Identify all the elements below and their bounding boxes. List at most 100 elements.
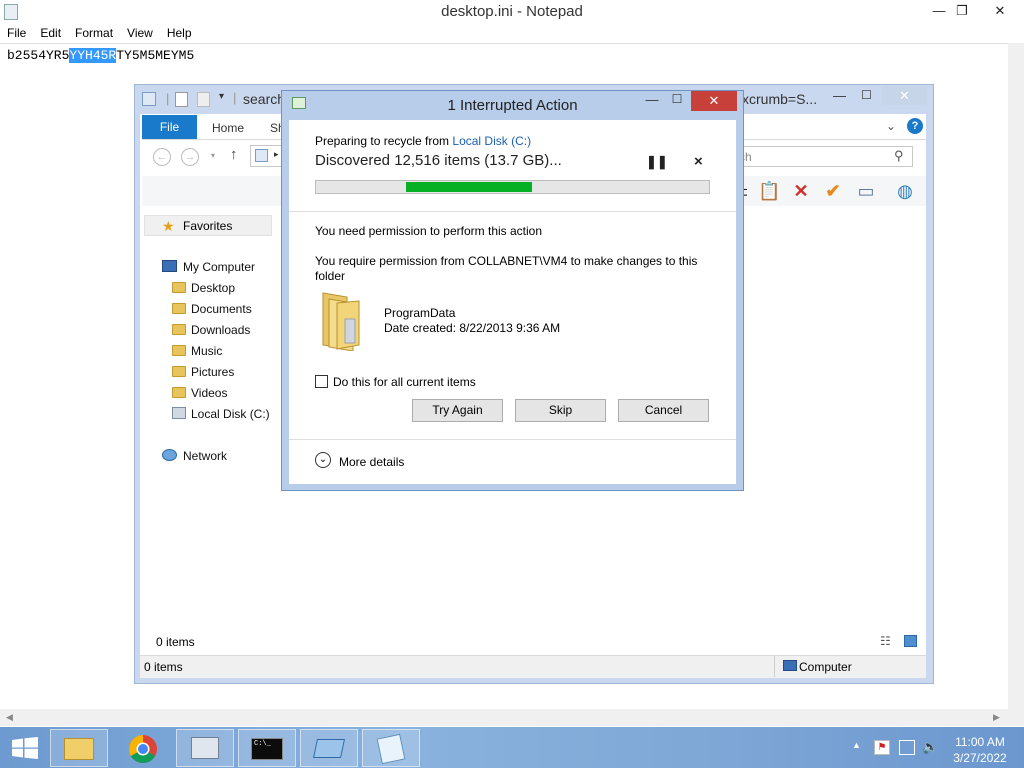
- menu-format[interactable]: Format: [68, 24, 120, 42]
- explorer-title-fragment: xcrumb=S...: [742, 91, 818, 107]
- need-permission-text: You need permission to perform this acti…: [315, 224, 543, 238]
- date: 3/27/2022: [953, 751, 1007, 765]
- tree-item-videos[interactable]: Videos: [172, 383, 227, 403]
- apply-to-all-checkbox[interactable]: [315, 375, 328, 388]
- dialog-close-button[interactable]: ✕: [691, 91, 737, 111]
- menu-help[interactable]: Help: [160, 24, 199, 42]
- cancel-operation-icon[interactable]: ×: [694, 153, 703, 170]
- up-icon[interactable]: ↑: [230, 146, 238, 163]
- search-icon[interactable]: ⚲: [894, 148, 904, 164]
- folder-icon: [172, 303, 186, 314]
- close-button[interactable]: ✕: [986, 0, 1014, 22]
- chrome-icon: [129, 735, 157, 763]
- taskbar-command-prompt[interactable]: C:\_: [238, 729, 296, 767]
- qat-dropdown-icon[interactable]: ▾: [219, 91, 224, 102]
- tree-item-pictures[interactable]: Pictures: [172, 362, 234, 382]
- expand-details-icon[interactable]: ⌄: [315, 452, 331, 468]
- notepad-titlebar: desktop.ini - Notepad: [0, 0, 1024, 24]
- skip-button[interactable]: Skip: [515, 399, 606, 422]
- properties-icon[interactable]: [175, 92, 188, 107]
- taskbar-file-explorer[interactable]: [50, 729, 108, 767]
- menu-file[interactable]: File: [0, 24, 33, 42]
- tab-home[interactable]: Home: [212, 115, 244, 139]
- volume-muted-icon[interactable]: 🔈: [922, 739, 938, 755]
- breadcrumb-arrow-icon: ▸: [274, 149, 279, 159]
- item-name: ProgramData: [384, 306, 456, 320]
- folder-icon: [172, 345, 186, 356]
- help-icon[interactable]: ?: [907, 118, 923, 134]
- show-hidden-icons[interactable]: ▲: [852, 740, 861, 750]
- address-icon: [255, 149, 268, 162]
- item-count: 0 items: [156, 635, 195, 649]
- tree-item-network[interactable]: Network: [162, 446, 227, 466]
- vertical-scrollbar[interactable]: [1008, 43, 1024, 709]
- tree-my-computer[interactable]: My Computer: [162, 257, 255, 277]
- progress-fill: [406, 182, 532, 192]
- checkbox-label[interactable]: Do this for all current items: [333, 375, 476, 389]
- pause-icon[interactable]: ❚❚: [646, 154, 668, 170]
- time: 11:00 AM: [955, 735, 1005, 749]
- address-bar[interactable]: ▸: [250, 145, 282, 167]
- explorer-close-button[interactable]: ✕: [882, 86, 927, 105]
- cancel-button[interactable]: Cancel: [618, 399, 709, 422]
- taskbar-task-manager[interactable]: [176, 729, 234, 767]
- source-link[interactable]: Local Disk (C:): [452, 134, 531, 148]
- favorites-label: Favorites: [183, 219, 233, 233]
- menu-bar: File Edit Format View Help: [0, 24, 1024, 43]
- forward-icon[interactable]: →: [181, 148, 199, 166]
- ribbon-expand-icon[interactable]: ⌄: [886, 119, 896, 133]
- start-icon[interactable]: [12, 737, 38, 759]
- explorer-maximize-button[interactable]: ☐: [861, 88, 872, 102]
- horizontal-scrollbar[interactable]: ◀ ▶: [0, 709, 1008, 726]
- more-details-link[interactable]: More details: [339, 455, 404, 469]
- try-again-button[interactable]: Try Again: [412, 399, 503, 422]
- taskbar-chrome[interactable]: [112, 729, 174, 767]
- selected-text: YYH45R: [69, 48, 117, 63]
- folder-icon: [172, 387, 186, 398]
- app-icon: [312, 739, 346, 758]
- tree-item-local-disk[interactable]: Local Disk (C:): [172, 404, 270, 424]
- file-explorer-icon: [64, 738, 94, 760]
- action-center-icon[interactable]: ⚑: [874, 740, 890, 755]
- card-icon[interactable]: ▭: [855, 180, 877, 202]
- clock[interactable]: 11:00 AM 3/27/2022: [950, 734, 1010, 766]
- separator: [289, 211, 736, 212]
- taskbar-app[interactable]: [300, 729, 358, 767]
- dialog-minimize-button[interactable]: —: [641, 92, 663, 110]
- back-icon[interactable]: ←: [153, 148, 171, 166]
- item-date: Date created: 8/22/2013 9:36 AM: [384, 321, 561, 335]
- search-input[interactable]: ch ⚲: [735, 146, 913, 167]
- large-icons-view-icon[interactable]: [904, 635, 917, 647]
- checkmark-icon[interactable]: ✔: [822, 180, 844, 202]
- tree-item-downloads[interactable]: Downloads: [172, 320, 250, 340]
- menu-view[interactable]: View: [120, 24, 160, 42]
- tree-item-desktop[interactable]: Desktop: [172, 278, 235, 298]
- status-location: Computer: [799, 660, 852, 674]
- explorer-title-text: search: [243, 91, 286, 107]
- maximize-button[interactable]: ❐: [948, 0, 976, 22]
- globe-icon[interactable]: ◍: [894, 180, 916, 202]
- command-prompt-icon: C:\_: [251, 738, 283, 760]
- details-view-icon[interactable]: ☷: [880, 634, 891, 648]
- taskbar-notepad[interactable]: [362, 729, 420, 767]
- dialog-maximize-button[interactable]: ☐: [666, 92, 688, 110]
- recent-locations-icon[interactable]: ▾: [211, 151, 215, 160]
- editor-text[interactable]: b2554YR5YYH45RTY5M5MEYM5: [7, 48, 194, 63]
- tab-file[interactable]: File: [142, 115, 197, 139]
- scroll-left-icon[interactable]: ◀: [6, 712, 13, 723]
- tree-item-music[interactable]: Music: [172, 341, 222, 361]
- network-tray-icon[interactable]: [899, 740, 915, 755]
- star-icon: ★: [162, 218, 175, 234]
- task-manager-icon: [191, 737, 219, 759]
- explorer-minimize-button[interactable]: —: [833, 88, 846, 103]
- scrollbar-corner: [1008, 709, 1024, 726]
- scroll-right-icon[interactable]: ▶: [993, 712, 1000, 723]
- tree-item-documents[interactable]: Documents: [172, 299, 252, 319]
- clipboard-icon[interactable]: 📋: [758, 180, 780, 202]
- new-folder-icon[interactable]: [197, 92, 210, 107]
- folder-icon: [172, 282, 186, 293]
- favorites-header[interactable]: ★ Favorites: [144, 215, 272, 236]
- delete-icon[interactable]: ✕: [790, 180, 812, 202]
- explorer-app-icon: [142, 92, 156, 106]
- menu-edit[interactable]: Edit: [33, 24, 68, 42]
